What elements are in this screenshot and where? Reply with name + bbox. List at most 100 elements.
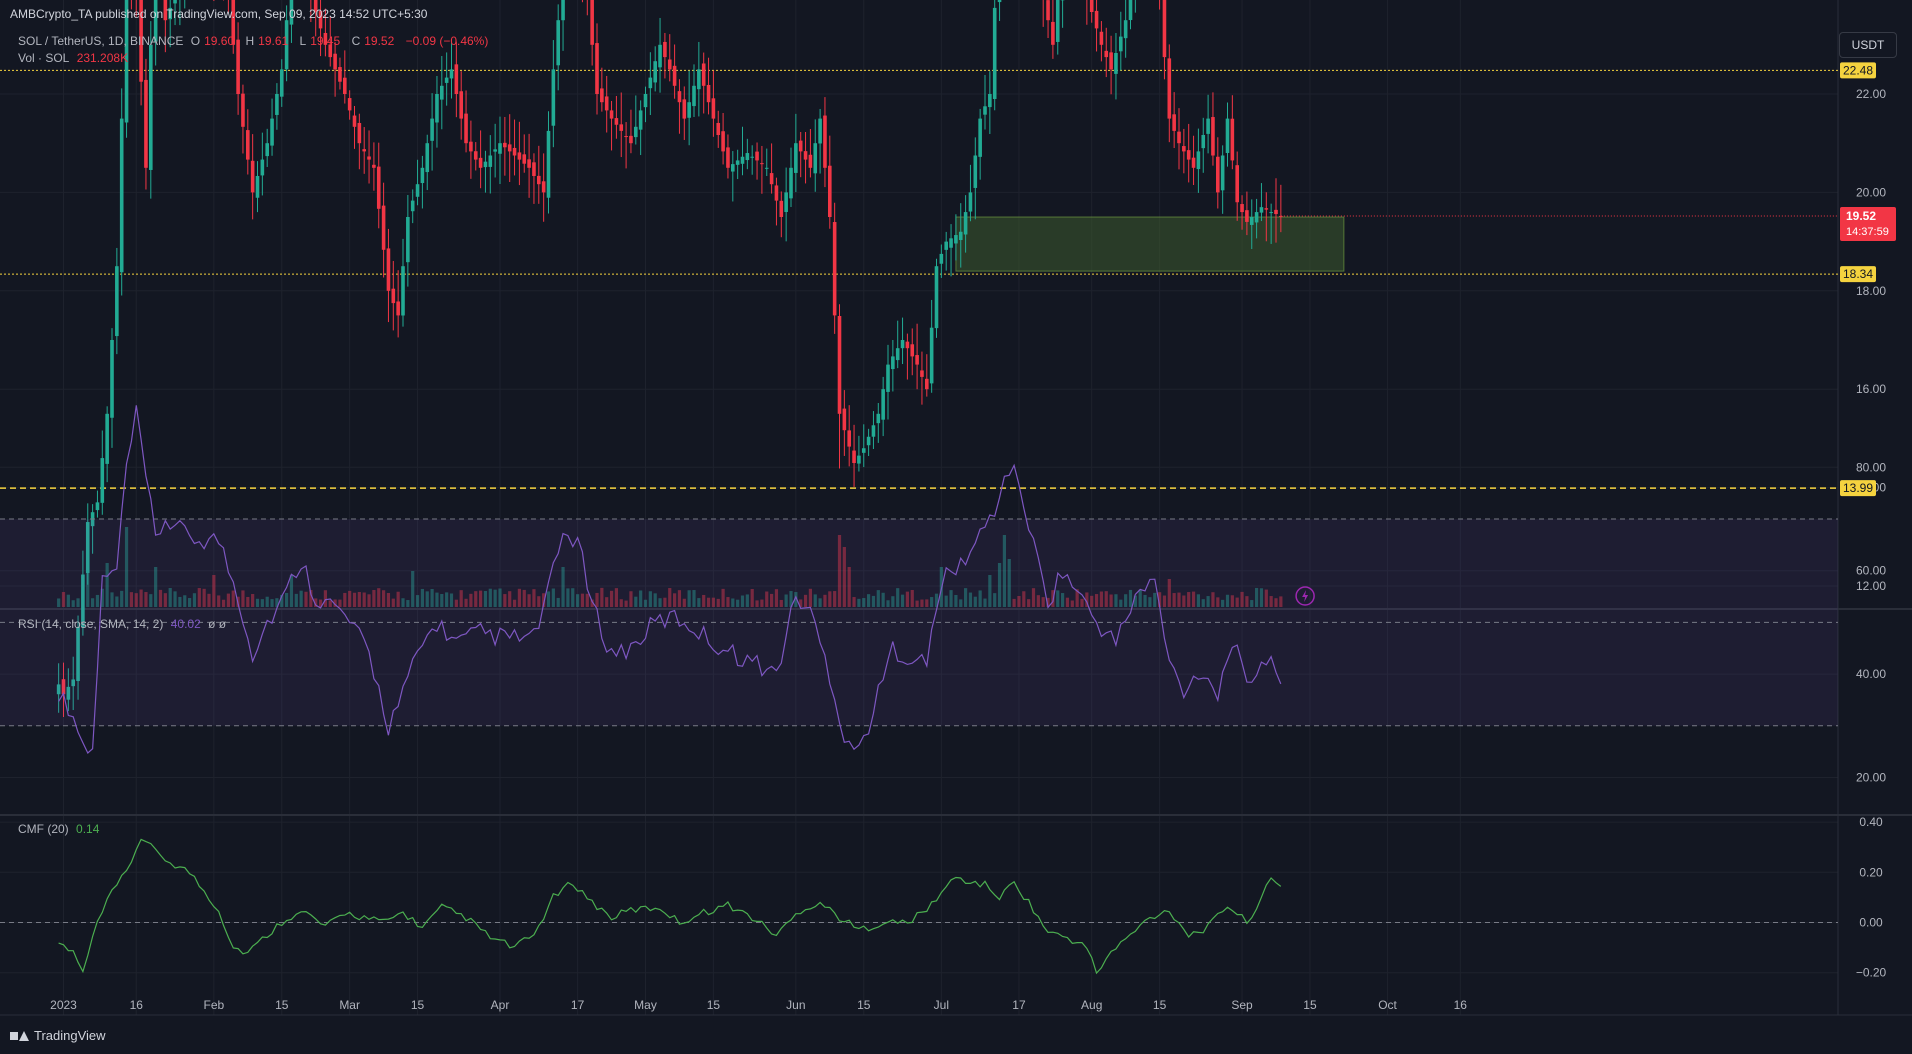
candle [517, 121, 522, 186]
candle [706, 57, 711, 115]
x-tick-label: 17 [571, 998, 585, 1012]
candle [866, 428, 871, 456]
candle [352, 105, 357, 149]
candle [279, 59, 284, 107]
ohlc-change: −0.09 (−0.46%) [405, 34, 489, 48]
candle [711, 70, 716, 137]
candle [406, 194, 410, 287]
candle [832, 202, 837, 334]
candle [1086, 0, 1088, 25]
candle [347, 90, 352, 120]
candle [213, 0, 215, 2]
candle [255, 161, 260, 213]
candle [1128, 0, 1133, 30]
candle [614, 95, 619, 139]
candle [750, 145, 754, 175]
candle [1182, 128, 1186, 174]
level-badge-text: 13.99 [1843, 481, 1873, 495]
x-tick-label: 15 [707, 998, 721, 1012]
candle [493, 123, 497, 178]
cmf-label[interactable]: CMF (20) [18, 822, 69, 836]
candle [828, 135, 832, 229]
rsi-tick-label: 80.00 [1856, 460, 1886, 474]
candle [973, 137, 978, 220]
ohlc-open: O 19.60 [190, 34, 235, 48]
candle [760, 145, 764, 194]
candle [556, 4, 560, 91]
x-tick-label: 15 [1303, 998, 1317, 1012]
candle [1259, 183, 1264, 222]
candle [507, 114, 512, 183]
candle [881, 376, 885, 437]
candle [1123, 0, 1128, 58]
candle [1134, 0, 1136, 13]
candle [789, 147, 793, 207]
candle [1042, 0, 1044, 27]
symbol-name[interactable]: SOL / TetherUS, 1D, BINANCE [18, 34, 183, 48]
x-tick-label: 17 [1012, 998, 1026, 1012]
candle [478, 130, 483, 189]
candle [1196, 128, 1201, 193]
candle [1172, 92, 1176, 149]
candle [823, 97, 827, 188]
candle [837, 304, 842, 469]
candle [498, 116, 502, 184]
candle [997, 0, 1002, 21]
candle [483, 150, 488, 193]
ohlc-low: L 19.45 [299, 34, 341, 48]
price-tick-label: 16.00 [1856, 382, 1886, 396]
candle [1089, 0, 1094, 23]
candle [1230, 95, 1235, 170]
candle [275, 83, 279, 130]
candle [1167, 44, 1172, 143]
candle [988, 71, 992, 134]
candle [420, 155, 425, 209]
symbol-legend: SOL / TetherUS, 1D, BINANCE O 19.60 H 19.6… [18, 34, 492, 48]
x-tick-label: 16 [130, 998, 144, 1012]
candle [663, 32, 667, 79]
candle [745, 138, 750, 170]
candle [886, 344, 890, 420]
candle [852, 424, 856, 487]
candle [527, 133, 531, 198]
candle [929, 299, 934, 393]
candle [701, 52, 706, 114]
candle [532, 153, 536, 204]
candle [100, 430, 105, 515]
tradingview-logo-icon [10, 1030, 29, 1042]
candle [905, 333, 910, 380]
tradingview-footer[interactable]: TradingView [10, 1028, 106, 1043]
candle [667, 34, 672, 82]
candle [1211, 92, 1215, 166]
candle [1159, 0, 1161, 10]
candle [386, 228, 391, 323]
chart-canvas[interactable]: 2023 16 Feb 15 Mar 15 Apr 17 May 15 Jun 15 Jul 17 Aug 1… [0, 0, 1912, 1054]
cmf-line [58, 838, 1282, 975]
candle [372, 142, 376, 191]
candle [401, 238, 405, 327]
candle [920, 351, 924, 405]
last-price-text: 19.52 [1846, 209, 1876, 223]
candle [944, 231, 948, 271]
candle [595, 23, 599, 115]
candle [968, 164, 973, 222]
candle [1046, 0, 1050, 39]
price-tick-label: 24.00 [1856, 0, 1886, 3]
candle [144, 58, 148, 190]
candle [1109, 35, 1113, 95]
candle [871, 411, 876, 450]
x-tick-label: Oct [1378, 998, 1397, 1012]
volume-legend: Vol · SOL 231.208K [18, 51, 132, 65]
candle [604, 75, 609, 133]
currency-button[interactable]: USDT [1839, 32, 1897, 58]
candle [653, 46, 657, 92]
rsi-label[interactable]: RSI (14, close, SMA, 14, 2) [18, 617, 163, 631]
candle [581, 0, 583, 3]
candle [376, 142, 381, 229]
level-badge-text: 18.34 [1843, 267, 1873, 281]
candle [735, 149, 740, 180]
candle [803, 132, 808, 184]
candle [586, 0, 588, 16]
volume-label[interactable]: Vol · SOL [18, 51, 69, 65]
price-tick-label: 22.00 [1856, 87, 1886, 101]
